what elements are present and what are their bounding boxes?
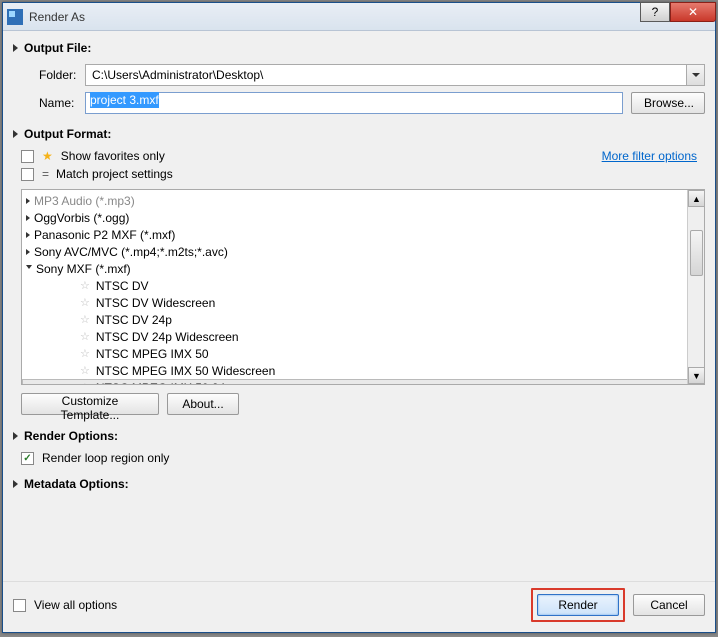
template-item[interactable]: ☆ NTSC MPEG IMX 50 24p xyxy=(22,379,704,385)
chevron-right-icon xyxy=(13,130,18,138)
about-button[interactable]: About... xyxy=(167,393,239,415)
show-favorites-checkbox[interactable] xyxy=(21,150,34,163)
name-value: project 3.mxf xyxy=(90,92,159,108)
template-label: NTSC MPEG IMX 50 24p xyxy=(96,381,232,386)
name-input[interactable]: project 3.mxf xyxy=(85,92,623,114)
browse-button[interactable]: Browse... xyxy=(631,92,705,114)
format-item[interactable]: Sony MXF (*.mxf) xyxy=(22,260,704,277)
match-project-label: Match project settings xyxy=(56,167,173,181)
render-as-dialog: Render As ? ✕ Output File: Folder: C:\Us… xyxy=(2,2,716,633)
chevron-icon xyxy=(26,198,30,204)
scroll-down-icon[interactable]: ▼ xyxy=(688,367,705,384)
more-filter-link[interactable]: More filter options xyxy=(602,149,697,163)
folder-dropdown[interactable]: C:\Users\Administrator\Desktop\ xyxy=(85,64,705,86)
bottom-bar: View all options Render Cancel xyxy=(3,581,715,632)
scroll-thumb[interactable] xyxy=(690,230,703,276)
chevron-right-icon xyxy=(13,432,18,440)
chevron-icon xyxy=(26,265,32,272)
section-metadata-options[interactable]: Metadata Options: xyxy=(13,477,705,491)
folder-label: Folder: xyxy=(39,68,85,82)
dialog-content: Output File: Folder: C:\Users\Administra… xyxy=(3,31,715,581)
show-favorites-label: Show favorites only xyxy=(61,149,165,163)
star-outline-icon: ☆ xyxy=(80,347,90,360)
format-label: Sony AVC/MVC (*.mp4;*.m2ts;*.avc) xyxy=(34,245,228,259)
format-item[interactable]: OggVorbis (*.ogg) xyxy=(22,209,704,226)
template-label: NTSC DV 24p xyxy=(96,313,172,327)
format-item[interactable]: Sony AVC/MVC (*.mp4;*.m2ts;*.avc) xyxy=(22,243,704,260)
match-project-checkbox[interactable] xyxy=(21,168,34,181)
star-outline-icon: ☆ xyxy=(80,296,90,309)
template-label: NTSC DV xyxy=(96,279,149,293)
close-button[interactable]: ✕ xyxy=(670,2,716,22)
chevron-right-icon xyxy=(13,44,18,52)
template-label: NTSC DV Widescreen xyxy=(96,296,215,310)
template-label: NTSC DV 24p Widescreen xyxy=(96,330,239,344)
format-label: Sony MXF (*.mxf) xyxy=(36,262,131,276)
format-item[interactable]: Panasonic P2 MXF (*.mxf) xyxy=(22,226,704,243)
render-highlight: Render xyxy=(531,588,625,622)
section-label: Output Format: xyxy=(24,127,111,141)
cancel-button[interactable]: Cancel xyxy=(633,594,705,616)
section-render-options[interactable]: Render Options: xyxy=(13,429,705,443)
app-icon xyxy=(7,9,23,25)
template-item[interactable]: ☆ NTSC MPEG IMX 50 xyxy=(22,345,704,362)
chevron-right-icon xyxy=(13,480,18,488)
match-icon: = xyxy=(42,167,48,181)
section-label: Output File: xyxy=(24,41,91,55)
format-label: MP3 Audio (*.mp3) xyxy=(34,194,135,208)
customize-template-button[interactable]: Customize Template... xyxy=(21,393,159,415)
render-button[interactable]: Render xyxy=(537,594,619,616)
view-all-checkbox[interactable] xyxy=(13,599,26,612)
format-label: OggVorbis (*.ogg) xyxy=(34,211,129,225)
template-label: NTSC MPEG IMX 50 xyxy=(96,347,209,361)
template-item[interactable]: ☆ NTSC MPEG IMX 50 Widescreen xyxy=(22,362,704,379)
name-label: Name: xyxy=(39,96,85,110)
star-icon: ★ xyxy=(42,149,53,163)
window-title: Render As xyxy=(29,10,711,24)
loop-region-label: Render loop region only xyxy=(42,451,169,465)
star-outline-icon: ☆ xyxy=(80,364,90,377)
star-outline-icon: ☆ xyxy=(80,279,90,292)
template-item[interactable]: ☆ NTSC DV xyxy=(22,277,704,294)
scroll-up-icon[interactable]: ▲ xyxy=(688,190,705,207)
section-label: Metadata Options: xyxy=(24,477,129,491)
chevron-icon xyxy=(26,215,30,221)
help-button[interactable]: ? xyxy=(640,2,670,22)
format-item[interactable]: MP3 Audio (*.mp3) xyxy=(22,192,704,209)
star-outline-icon: ☆ xyxy=(80,381,90,385)
template-label: NTSC MPEG IMX 50 Widescreen xyxy=(96,364,275,378)
template-item[interactable]: ☆ NTSC DV 24p xyxy=(22,311,704,328)
view-all-label: View all options xyxy=(34,598,117,612)
chevron-icon xyxy=(26,232,30,238)
star-outline-icon: ☆ xyxy=(80,313,90,326)
folder-value: C:\Users\Administrator\Desktop\ xyxy=(92,68,263,82)
section-output-format[interactable]: Output Format: xyxy=(13,127,705,141)
format-label: Panasonic P2 MXF (*.mxf) xyxy=(34,228,175,242)
dropdown-arrow-icon[interactable] xyxy=(686,65,704,85)
chevron-icon xyxy=(26,249,30,255)
section-output-file[interactable]: Output File: xyxy=(13,41,705,55)
scrollbar[interactable]: ▲ ▼ xyxy=(687,190,704,384)
template-item[interactable]: ☆ NTSC DV 24p Widescreen xyxy=(22,328,704,345)
format-list: MP3 Audio (*.mp3) OggVorbis (*.ogg) Panaso… xyxy=(21,189,705,385)
titlebar[interactable]: Render As ? ✕ xyxy=(3,3,715,31)
star-outline-icon: ☆ xyxy=(80,330,90,343)
loop-region-checkbox[interactable] xyxy=(21,452,34,465)
section-label: Render Options: xyxy=(24,429,118,443)
template-item[interactable]: ☆ NTSC DV Widescreen xyxy=(22,294,704,311)
